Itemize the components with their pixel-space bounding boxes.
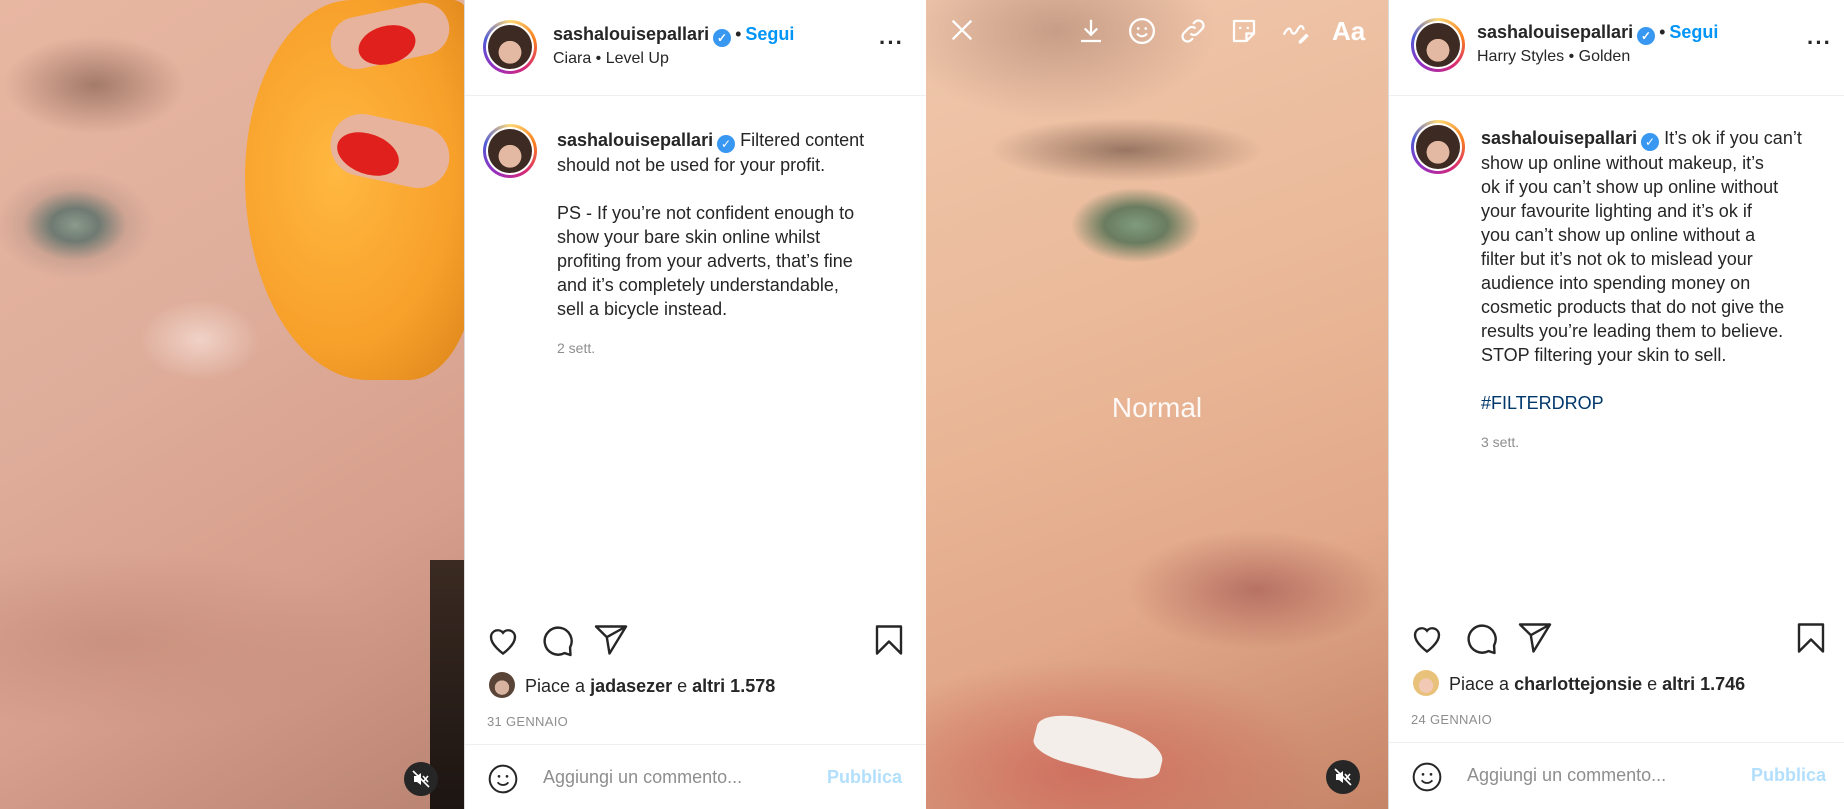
caption-line: your favourite lighting and it’s ok if bbox=[1481, 201, 1752, 221]
liker-avatar[interactable] bbox=[1413, 670, 1439, 696]
verified-badge-icon: ✓ bbox=[717, 135, 736, 153]
likes-summary[interactable]: Piace a jadasezer e altri 1.578 bbox=[525, 676, 775, 697]
separator: • bbox=[735, 24, 742, 44]
post2-caption: sashalouisepallari ✓ It’s ok if you can’t… bbox=[1481, 126, 1833, 415]
likes-prefix: Piace a bbox=[525, 676, 586, 696]
emoji-icon[interactable] bbox=[487, 763, 519, 795]
music-info[interactable]: Ciara • Level Up bbox=[553, 50, 669, 68]
comment-bar: Aggiungi un commento... Pubblica bbox=[465, 744, 926, 809]
caption-line: results you’re leading them to believe. bbox=[1481, 321, 1784, 341]
more-options-icon[interactable]: ··· bbox=[879, 30, 904, 56]
caption-line: should not be used for your profit. bbox=[557, 155, 826, 175]
publish-button[interactable]: Pubblica bbox=[827, 767, 902, 788]
caption-avatar[interactable] bbox=[1411, 120, 1465, 174]
more-options-icon[interactable]: ··· bbox=[1807, 30, 1832, 56]
caption-line bbox=[557, 177, 909, 201]
caption-line: sell a bicycle instead. bbox=[557, 299, 728, 319]
face-sticker-icon[interactable] bbox=[1127, 16, 1157, 46]
comment-input[interactable]: Aggiungi un commento... bbox=[543, 767, 742, 788]
likes-summary[interactable]: Piace a charlottejonsie e altri 1.746 bbox=[1449, 674, 1745, 695]
comment-bar: Aggiungi un commento... Pubblica bbox=[1389, 742, 1844, 808]
draw-icon[interactable] bbox=[1280, 16, 1310, 46]
post1-header: sashalouisepallari ✓ • Segui Ciara • Level … bbox=[465, 0, 926, 96]
caption-line: and it’s completely understandable, bbox=[557, 275, 839, 295]
caption-username[interactable]: sashalouisepallari bbox=[557, 130, 713, 150]
caption-line: show your bare skin online whilst bbox=[557, 227, 821, 247]
like-heart-icon[interactable] bbox=[485, 622, 521, 658]
verified-badge-icon: ✓ bbox=[1637, 27, 1656, 45]
caption-line: profiting from your adverts, that’s fine bbox=[557, 251, 853, 271]
save-bookmark-icon[interactable] bbox=[871, 622, 907, 658]
likes-prefix: Piace a bbox=[1449, 674, 1510, 694]
like-heart-icon[interactable] bbox=[1409, 620, 1445, 656]
caption-line: Filtered content bbox=[740, 130, 865, 150]
caption-line: ok if you can’t show up online without bbox=[1481, 177, 1779, 197]
story-editor-canvas[interactable]: Aa Normal bbox=[926, 0, 1388, 809]
caption-line: audience into spending money on bbox=[1481, 273, 1751, 293]
mute-button[interactable] bbox=[1326, 760, 1360, 794]
hashtag-link[interactable]: #FILTERDROP bbox=[1481, 391, 1833, 415]
share-icon[interactable] bbox=[593, 622, 629, 658]
speaker-muted-icon bbox=[1334, 768, 1352, 786]
text-tool-button[interactable]: Aa bbox=[1332, 16, 1365, 47]
link-icon[interactable] bbox=[1178, 16, 1208, 46]
caption-line: you can’t show up online without a bbox=[1481, 225, 1756, 245]
post2-panel: sashalouisepallari ✓ • Segui Harry Styles •… bbox=[1388, 0, 1844, 809]
comment-icon[interactable] bbox=[539, 622, 575, 658]
username-link[interactable]: sashalouisepallari bbox=[553, 24, 709, 44]
save-bookmark-icon[interactable] bbox=[1793, 620, 1829, 656]
caption-avatar[interactable] bbox=[483, 124, 537, 178]
caption-line: filter but it’s not ok to mislead your bbox=[1481, 249, 1753, 269]
likes-conj: e bbox=[1647, 674, 1658, 694]
caption-username[interactable]: sashalouisepallari bbox=[1481, 128, 1637, 148]
caption-line: It’s ok if you can’t bbox=[1664, 128, 1802, 148]
avatar[interactable] bbox=[483, 20, 537, 74]
avatar[interactable] bbox=[1411, 18, 1465, 72]
music-info[interactable]: Harry Styles • Golden bbox=[1477, 48, 1630, 66]
emoji-icon[interactable] bbox=[1411, 761, 1443, 793]
caption-line: cosmetic products that do not give the bbox=[1481, 297, 1785, 317]
likes-user[interactable]: charlottejonsie bbox=[1514, 674, 1642, 694]
close-icon[interactable] bbox=[948, 16, 976, 44]
follow-button[interactable]: Segui bbox=[1669, 22, 1718, 42]
post-time[interactable]: 2 sett. bbox=[557, 340, 595, 356]
follow-button[interactable]: Segui bbox=[745, 24, 794, 44]
caption-line: STOP filtering your skin to sell. bbox=[1481, 345, 1727, 365]
post1-panel: sashalouisepallari ✓ • Segui Ciara • Level … bbox=[464, 0, 926, 809]
filter-name-label: Normal bbox=[1111, 392, 1203, 423]
likes-conj: e bbox=[677, 676, 688, 696]
post-date[interactable]: 24 GENNAIO bbox=[1411, 712, 1492, 727]
publish-button[interactable]: Pubblica bbox=[1751, 765, 1826, 786]
post2-header-username-row: sashalouisepallari ✓ • Segui bbox=[1477, 22, 1718, 45]
liker-avatar[interactable] bbox=[489, 672, 515, 698]
sticker-icon[interactable] bbox=[1229, 16, 1259, 46]
share-icon[interactable] bbox=[1517, 620, 1553, 656]
post-date[interactable]: 31 GENNAIO bbox=[487, 714, 568, 729]
comment-input[interactable]: Aggiungi un commento... bbox=[1467, 765, 1666, 786]
caption-line: show up online without makeup, it’s bbox=[1481, 153, 1764, 173]
verified-badge-icon: ✓ bbox=[1641, 133, 1660, 151]
username-link[interactable]: sashalouisepallari bbox=[1477, 22, 1633, 42]
likes-others[interactable]: altri 1.578 bbox=[692, 676, 775, 696]
verified-badge-icon: ✓ bbox=[713, 29, 732, 47]
likes-user[interactable]: jadasezer bbox=[590, 676, 672, 696]
comment-icon[interactable] bbox=[1463, 620, 1499, 656]
post1-video[interactable] bbox=[0, 0, 464, 809]
separator: • bbox=[1659, 22, 1666, 42]
speaker-muted-icon bbox=[412, 770, 430, 788]
mute-button[interactable] bbox=[404, 762, 438, 796]
post-time[interactable]: 3 sett. bbox=[1481, 434, 1519, 450]
likes-others[interactable]: altri 1.746 bbox=[1662, 674, 1745, 694]
post2-header: sashalouisepallari ✓ • Segui Harry Styles •… bbox=[1389, 0, 1844, 96]
download-icon[interactable] bbox=[1076, 16, 1106, 46]
post1-header-username-row: sashalouisepallari ✓ • Segui bbox=[553, 24, 794, 47]
post1-caption: sashalouisepallari ✓ Filtered content sho… bbox=[557, 128, 909, 321]
caption-line: PS - If you’re not confident enough to bbox=[557, 203, 855, 223]
